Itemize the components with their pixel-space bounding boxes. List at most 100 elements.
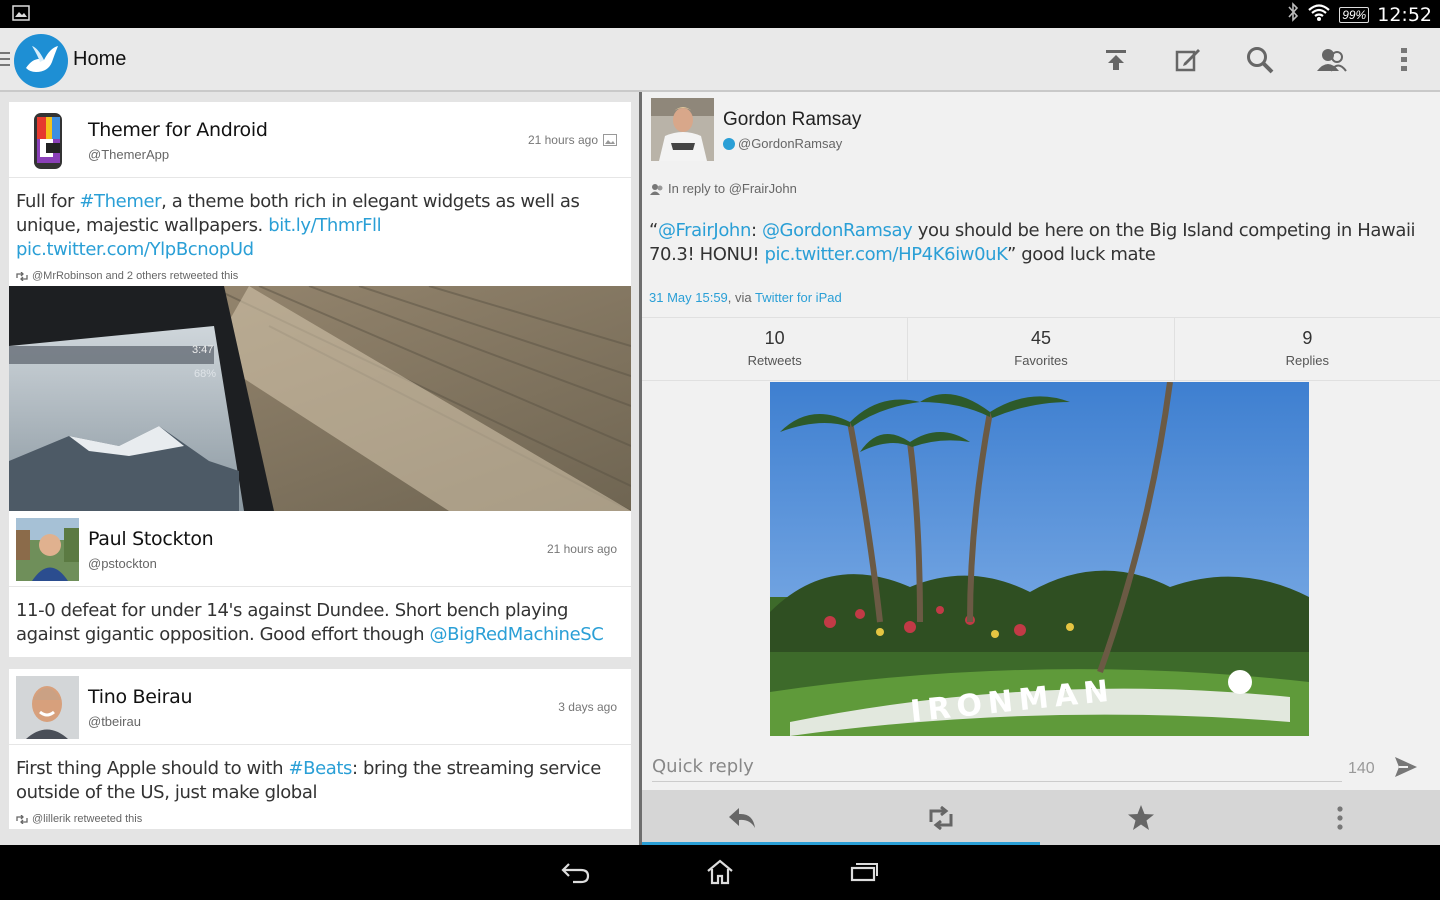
author-name[interactable]: Tino Beirau: [88, 686, 193, 708]
home-nav-button[interactable]: [700, 857, 740, 887]
author-name[interactable]: Paul Stockton: [88, 528, 214, 550]
stat-favorites[interactable]: 45 Favorites: [908, 318, 1175, 380]
stat-label: Replies: [1285, 353, 1329, 368]
tweet-card[interactable]: Themer for Android @ThemerApp 21 hours a…: [9, 102, 631, 511]
tweet-detail: Gordon Ramsay @GordonRamsay In reply to …: [642, 92, 1440, 845]
recents-nav-button[interactable]: [844, 857, 884, 887]
tweet-time: 21 hours ago: [546, 542, 617, 556]
compose-button[interactable]: [1152, 28, 1224, 92]
tweet-text-segment: ” good luck mate: [1007, 244, 1156, 265]
tweet-text: Full for #Themer, a theme both rich in e…: [9, 178, 631, 270]
client-link[interactable]: Twitter for iPad: [755, 290, 842, 305]
retweet-info: @MrRobinson and 2 others retweeted this: [9, 270, 631, 286]
clock: 12:52: [1377, 3, 1432, 26]
reply-icon: [728, 807, 755, 828]
tweet-date[interactable]: 31 May 15:59: [649, 290, 728, 305]
stat-value: 9: [1302, 328, 1313, 348]
media-phone-battery: 68%: [194, 368, 217, 380]
media-phone-time: 3:47: [192, 344, 214, 356]
via-separator: , via: [727, 290, 755, 305]
author-handle[interactable]: @GordonRamsay: [738, 136, 842, 151]
send-button[interactable]: [1394, 756, 1418, 783]
image-attachment-icon: [603, 134, 617, 146]
accounts-button[interactable]: [1296, 28, 1368, 92]
mention-link[interactable]: @BigRedMachineSC: [430, 624, 604, 645]
scroll-top-button[interactable]: [1080, 28, 1152, 92]
hashtag-link[interactable]: #Beats: [288, 758, 352, 779]
back-nav-icon: [561, 863, 590, 884]
stat-replies[interactable]: 9 Replies: [1175, 318, 1440, 380]
verified-icon: [723, 137, 735, 150]
search-button[interactable]: [1224, 28, 1296, 92]
retweet-info: @lillerik retweeted this: [9, 813, 631, 829]
timeline[interactable]: Themer for Android @ThemerApp 21 hours a…: [0, 92, 640, 845]
tweet-text-segment: First thing Apple should to with: [16, 758, 289, 779]
author-name[interactable]: Gordon Ramsay: [723, 109, 861, 131]
battery-indicator: 99%: [1339, 6, 1370, 23]
tweet-card[interactable]: Tino Beirau @tbeirau 3 days ago First th…: [9, 669, 631, 829]
stat-label: Favorites: [1014, 353, 1068, 368]
quick-reply-input[interactable]: [652, 752, 1342, 782]
mention-link[interactable]: @FrairJohn: [658, 220, 751, 241]
back-nav-button[interactable]: [556, 857, 596, 887]
author-handle-row[interactable]: @GordonRamsay: [723, 136, 842, 151]
action-bar: Home: [0, 28, 1440, 92]
overflow-menu-button[interactable]: [1368, 28, 1440, 92]
tweet-card[interactable]: Paul Stockton @pstockton 21 hours ago 11…: [9, 511, 631, 657]
tweet-photo[interactable]: IRONMAN: [770, 382, 1309, 736]
quick-reply-bar: 140: [642, 748, 1440, 788]
compose-icon: [1175, 49, 1200, 72]
navigation-bar: [0, 845, 1440, 900]
avatar[interactable]: [16, 676, 79, 739]
author-handle[interactable]: @ThemerApp: [88, 147, 169, 162]
home-nav-icon: [707, 859, 733, 885]
star-icon: [1127, 805, 1154, 830]
author-name[interactable]: Themer for Android: [88, 119, 268, 141]
page-title[interactable]: Home: [73, 48, 126, 71]
tweet-text: First thing Apple should to with #Beats:…: [9, 745, 631, 813]
scroll-top-icon: [1106, 50, 1126, 70]
retweet-icon: [929, 805, 953, 830]
avatar[interactable]: [16, 518, 79, 581]
retweet-info-text: @MrRobinson and 2 others retweeted this: [32, 270, 239, 282]
retweet-info-text: @lillerik retweeted this: [32, 813, 143, 825]
pic-link[interactable]: pic.twitter.com/YlpBcnopUd: [16, 239, 254, 260]
app-logo-bird: [26, 46, 58, 72]
tweet-media-image[interactable]: 3:47 68%: [9, 286, 631, 511]
favorite-button[interactable]: [1041, 790, 1241, 845]
menu-icon[interactable]: [0, 52, 10, 70]
tweet-time: 21 hours ago: [528, 133, 617, 147]
reply-button[interactable]: [642, 790, 842, 845]
overflow-icon: [1401, 48, 1407, 71]
retweet-icon: [16, 814, 28, 824]
hashtag-link[interactable]: #Themer: [79, 191, 161, 212]
stat-retweets[interactable]: 10 Retweets: [642, 318, 909, 380]
tweet-stats: 10 Retweets 45 Favorites 9 Replies: [642, 317, 1440, 381]
tweet-time-text: 21 hours ago: [527, 133, 598, 147]
search-icon: [1247, 47, 1274, 74]
url-link[interactable]: bit.ly/ThmrFll: [268, 215, 381, 236]
retweet-button[interactable]: [842, 790, 1042, 845]
bluetooth-icon: [1287, 2, 1299, 27]
in-reply-text[interactable]: In reply to @FrairJohn: [668, 181, 797, 196]
pic-link[interactable]: pic.twitter.com/HP4K6iw0uK: [765, 244, 1008, 265]
author-handle[interactable]: @tbeirau: [88, 714, 141, 729]
app-logo[interactable]: [14, 34, 68, 88]
retweet-icon: [16, 271, 28, 281]
stat-value: 45: [1030, 328, 1051, 348]
more-actions-button[interactable]: [1241, 790, 1440, 845]
avatar[interactable]: [651, 98, 714, 161]
mention-link[interactable]: @GordonRamsay: [762, 220, 913, 241]
tweet-text-segment: Full for: [16, 191, 80, 212]
avatar[interactable]: [16, 109, 79, 172]
recents-nav-icon: [850, 863, 878, 882]
tweet-text-segment: “: [649, 220, 658, 241]
in-reply-to[interactable]: In reply to @FrairJohn: [650, 181, 797, 196]
char-counter: 140: [1348, 760, 1375, 777]
in-reply-icon: [650, 183, 663, 195]
tweet-text: “@FrairJohn: @GordonRamsay you should be…: [649, 219, 1419, 267]
author-handle[interactable]: @pstockton: [88, 556, 157, 571]
tweet-meta: 31 May 15:59, via Twitter for iPad: [649, 290, 842, 305]
status-bar: 99% 12:52: [0, 0, 1440, 28]
overflow-icon: [1337, 805, 1343, 830]
